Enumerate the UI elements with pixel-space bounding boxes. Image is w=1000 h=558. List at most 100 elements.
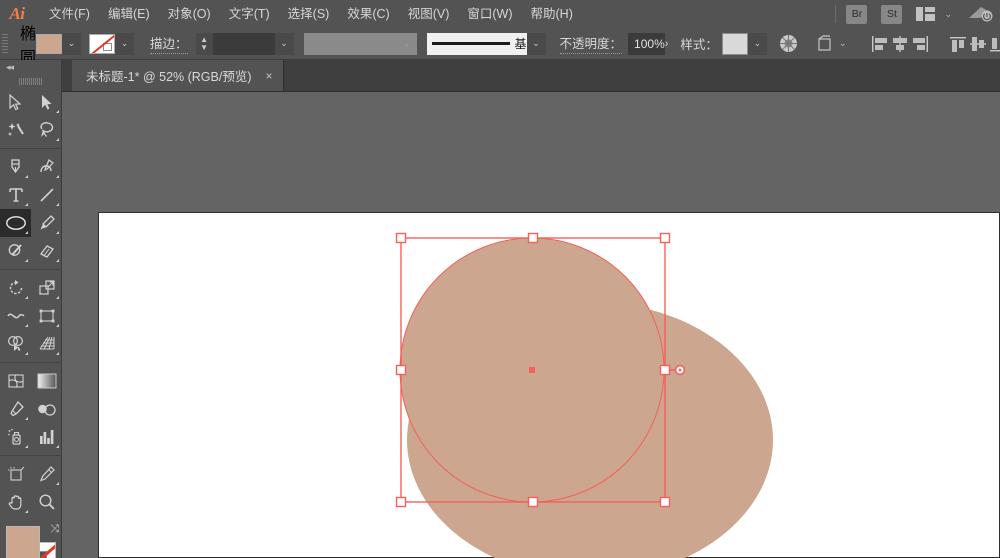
menu-bar: Ai 文件(F) 编辑(E) 对象(O) 文字(T) 选择(S) 效果(C) 视… — [0, 0, 1000, 28]
menu-item-edit[interactable]: 编辑(E) — [99, 0, 159, 28]
tool-line-segment[interactable] — [31, 181, 62, 209]
tool-corner-indicator — [56, 110, 59, 113]
tools-divider — [0, 455, 62, 456]
tool-ellipse[interactable] — [0, 209, 31, 237]
stroke-swatch[interactable] — [89, 33, 116, 54]
tool-corner-indicator — [56, 445, 59, 448]
align-bottom-icon[interactable] — [988, 32, 1000, 56]
tool-shape-builder[interactable] — [0, 330, 31, 358]
menu-item-help[interactable]: 帮助(H) — [522, 0, 582, 28]
tool-corner-indicator — [56, 231, 59, 234]
opacity-label[interactable]: 不透明度： — [559, 33, 623, 54]
tool-eyedropper[interactable] — [0, 395, 31, 423]
tools-panel-grip[interactable] — [0, 74, 61, 88]
stock-button[interactable]: St — [881, 4, 903, 24]
tool-magic-wand[interactable] — [0, 116, 31, 144]
opacity-options-arrow-icon[interactable]: › — [664, 32, 669, 55]
tool-column-graph[interactable] — [31, 423, 62, 451]
bridge-button[interactable]: Br — [846, 4, 868, 24]
stroke-profile-input[interactable] — [303, 32, 398, 55]
menu-bar-right: Br St ⌄ — [825, 0, 1000, 28]
document-tab[interactable]: 未标题-1* @ 52% (RGB/预览) × — [72, 60, 284, 91]
tool-corner-indicator — [25, 445, 28, 448]
tool-shaper[interactable] — [0, 237, 31, 265]
tool-selection[interactable] — [0, 88, 31, 116]
tools-divider — [0, 148, 62, 149]
menu-divider — [835, 5, 837, 23]
handle-bottom-center — [527, 496, 539, 508]
menu-items: 文件(F) 编辑(E) 对象(O) 文字(T) 选择(S) 效果(C) 视图(V… — [40, 0, 582, 28]
handle-top-right — [659, 232, 671, 244]
tool-symbol-sprayer[interactable] — [0, 423, 31, 451]
recolor-artwork-icon[interactable] — [779, 32, 798, 56]
menu-item-type[interactable]: 文字(T) — [220, 0, 279, 28]
tool-corner-indicator — [25, 324, 28, 327]
transform-icon[interactable] — [816, 32, 834, 56]
graphic-style-swatch[interactable] — [721, 32, 748, 55]
tool-gradient[interactable] — [31, 367, 62, 395]
close-icon[interactable]: × — [266, 70, 273, 82]
transform-chevron-down-icon[interactable]: ⌄ — [839, 39, 847, 48]
document-tab-title: 未标题-1* @ 52% (RGB/预览) — [86, 70, 252, 84]
stroke-weight-input[interactable] — [212, 32, 275, 55]
tool-curvature[interactable] — [31, 153, 62, 181]
tool-corner-indicator — [25, 203, 28, 206]
control-bar-grip[interactable] — [2, 32, 8, 56]
fill-dropdown-chevron-down-icon[interactable]: ⌄ — [62, 32, 82, 55]
tool-type[interactable] — [0, 181, 31, 209]
menu-item-object[interactable]: 对象(O) — [159, 0, 220, 28]
creative-cloud-icon[interactable] — [968, 5, 994, 23]
document-tab-bar: 未标题-1* @ 52% (RGB/预览) × — [62, 60, 1000, 92]
menu-item-effect[interactable]: 效果(C) — [338, 0, 398, 28]
resize-cursor-dot — [678, 368, 682, 372]
tool-corner-indicator — [56, 138, 59, 141]
canvas-workspace[interactable] — [62, 92, 1000, 558]
stroke-weight-label[interactable]: 描边： — [150, 33, 188, 54]
align-top-icon[interactable] — [948, 32, 968, 56]
opacity-input[interactable]: 100% — [628, 32, 665, 55]
stroke-weight-chevron-down-icon[interactable]: ⌄ — [274, 32, 294, 55]
stroke-profile-chevron-down-icon[interactable]: ⌄ — [397, 32, 417, 55]
tool-scale[interactable] — [31, 274, 62, 302]
tool-blend[interactable] — [31, 395, 62, 423]
style-label: 样式： — [680, 38, 718, 52]
align-center-vertical-icon[interactable] — [968, 32, 988, 56]
tool-slice[interactable] — [31, 460, 62, 488]
swap-fill-stroke-icon[interactable]: ⤨ — [50, 523, 59, 536]
stroke-weight-stepper[interactable]: ▲ ▼ — [195, 32, 213, 55]
tool-corner-indicator — [25, 510, 28, 513]
stroke-dropdown-chevron-down-icon[interactable]: ⌄ — [115, 32, 135, 55]
tool-paintbrush[interactable] — [31, 209, 62, 237]
tool-artboard[interactable] — [0, 460, 31, 488]
tool-free-transform[interactable] — [31, 302, 62, 330]
tools-grid — [0, 88, 62, 516]
toolbar-fill-swatch[interactable] — [6, 526, 40, 558]
align-right-icon[interactable] — [910, 32, 930, 56]
tool-mesh[interactable] — [0, 367, 31, 395]
tool-pen[interactable] — [0, 153, 31, 181]
workspace-chevron-down-icon[interactable]: ⌄ — [944, 9, 952, 19]
menu-item-select[interactable]: 选择(S) — [279, 0, 339, 28]
align-center-horizontal-icon[interactable] — [890, 32, 910, 56]
tool-hand[interactable] — [0, 488, 31, 516]
menu-item-window[interactable]: 窗口(W) — [458, 0, 521, 28]
selection-center-point — [529, 367, 535, 373]
tool-direct-selection[interactable] — [31, 88, 62, 116]
workspace-layout-icon[interactable] — [916, 7, 936, 21]
tool-corner-indicator — [56, 259, 59, 262]
brush-chevron-down-icon[interactable]: ⌄ — [526, 32, 546, 55]
fill-swatch[interactable] — [36, 33, 63, 54]
tool-corner-indicator — [25, 352, 28, 355]
style-chevron-down-icon[interactable]: ⌄ — [747, 32, 767, 55]
tool-zoom[interactable] — [31, 488, 62, 516]
brush-definition-input[interactable]: 基本 — [426, 32, 539, 55]
tool-lasso[interactable] — [31, 116, 62, 144]
tool-rotate[interactable] — [0, 274, 31, 302]
tool-perspective-grid[interactable] — [31, 330, 62, 358]
menu-item-file[interactable]: 文件(F) — [40, 0, 99, 28]
tool-width[interactable] — [0, 302, 31, 330]
collapse-panel-icon[interactable]: ◂◂ — [0, 60, 61, 74]
menu-item-view[interactable]: 视图(V) — [399, 0, 459, 28]
align-left-icon[interactable] — [870, 32, 890, 56]
tool-eraser[interactable] — [31, 237, 62, 265]
